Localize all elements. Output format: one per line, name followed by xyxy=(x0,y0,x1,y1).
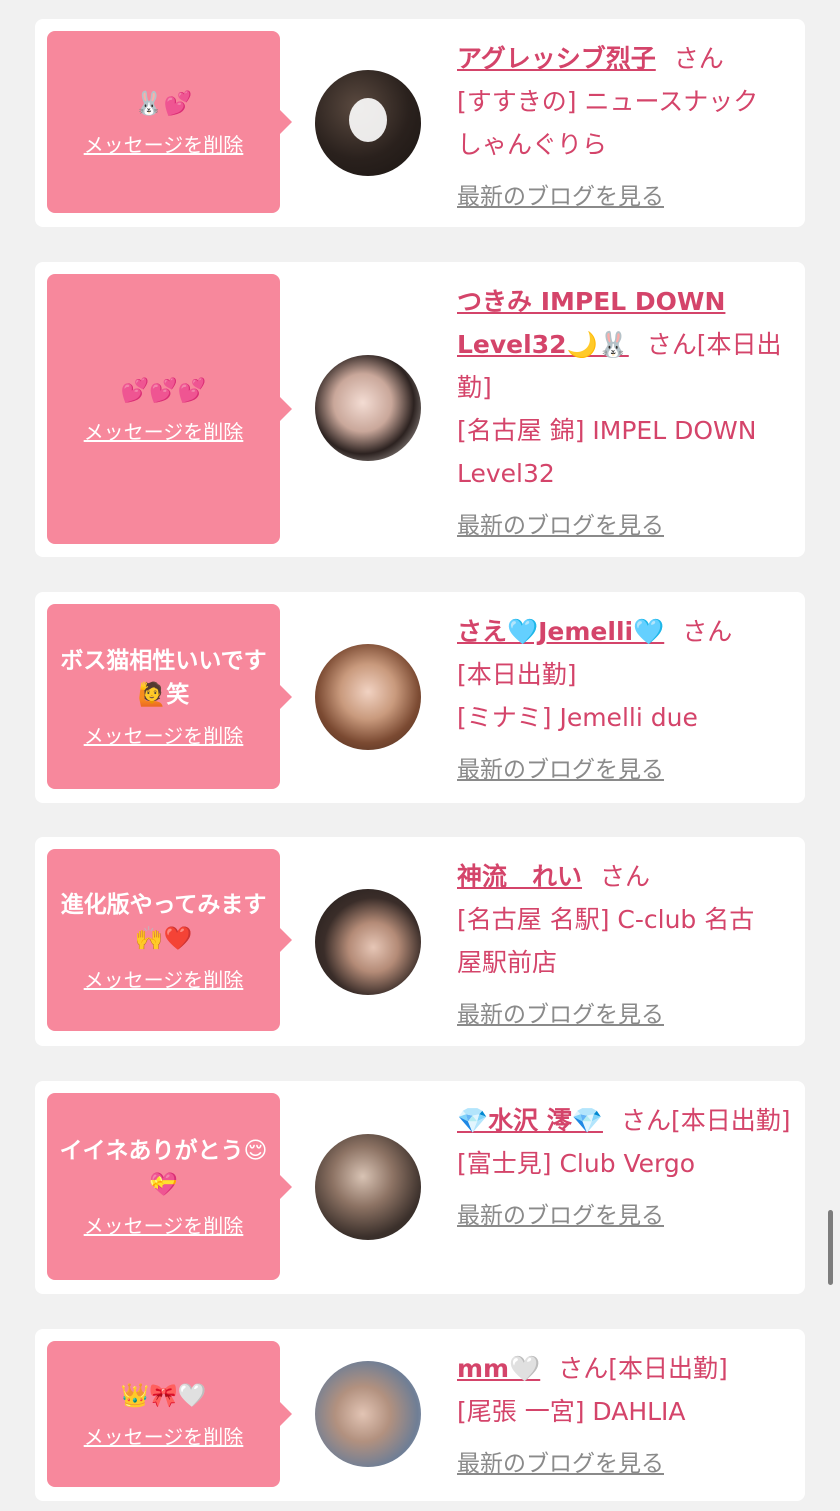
message-card: 👑🎀🤍 メッセージを削除 mm🤍 さん[本日出勤] [尾張 一宮] DAHLIA … xyxy=(35,1329,805,1501)
avatar[interactable] xyxy=(315,70,421,176)
avatar[interactable] xyxy=(315,1361,421,1467)
scrollbar-thumb[interactable] xyxy=(828,1210,833,1285)
message-card: 🐰💕 メッセージを削除 アグレッシブ烈子 さん [すすきの] ニュースナック しゃ… xyxy=(35,19,805,227)
honorific: さん xyxy=(646,330,697,359)
message-card: 💕💕💕 メッセージを削除 つきみ IMPEL DOWN Level32🌙🐰 さん[… xyxy=(35,262,805,557)
avatar[interactable] xyxy=(315,355,421,461)
message-card: イイネありがとう😌💝 メッセージを削除 💎水沢 澪💎 さん[本日出勤] [富士見]… xyxy=(35,1081,805,1294)
delete-message-link[interactable]: メッセージを削除 xyxy=(84,964,244,993)
face-blur-mask xyxy=(349,98,387,142)
message-text: 💕💕💕 xyxy=(120,377,207,404)
shop-name: [名古屋 名駅] C-club 名古屋駅前店 xyxy=(457,905,755,977)
profile-info: つきみ IMPEL DOWN Level32🌙🐰 さん[本日出勤] [名古屋 錦]… xyxy=(457,280,793,548)
message-bubble: 進化版やってみます🙌❤️ メッセージを削除 xyxy=(47,849,292,1031)
honorific: さん xyxy=(682,617,733,646)
message-bubble: 💕💕💕 メッセージを削除 xyxy=(47,274,292,544)
profile-info: アグレッシブ烈子 さん [すすきの] ニュースナック しゃんぐりら 最新のブログを… xyxy=(457,37,793,219)
latest-blog-link[interactable]: 最新のブログを見る xyxy=(457,749,664,792)
avatar[interactable] xyxy=(315,1134,421,1240)
shop-name: [本日出勤] [ミナミ] Jemelli due xyxy=(457,660,698,732)
message-text: イイネありがとう😌💝 xyxy=(59,1138,268,1198)
profile-name-link[interactable]: アグレッシブ烈子 xyxy=(457,44,656,73)
honorific: さん xyxy=(558,1354,609,1383)
profile-info: 神流 れい さん [名古屋 名駅] C-club 名古屋駅前店 最新のブログを見る xyxy=(457,855,793,1037)
profile-name-link[interactable]: 神流 れい xyxy=(457,862,582,891)
message-bubble: 🐰💕 メッセージを削除 xyxy=(47,31,292,213)
profile-name-link[interactable]: さえ🩵Jemelli🩵 xyxy=(457,617,664,646)
profile-info: 💎水沢 澪💎 さん[本日出勤] [富士見] Club Vergo 最新のブログを見… xyxy=(457,1099,793,1238)
message-card: 進化版やってみます🙌❤️ メッセージを削除 神流 れい さん [名古屋 名駅] C… xyxy=(35,837,805,1046)
latest-blog-link[interactable]: 最新のブログを見る xyxy=(457,1443,664,1486)
message-bubble: ボス猫相性いいです🙋笑 メッセージを削除 xyxy=(47,604,292,789)
latest-blog-link[interactable]: 最新のブログを見る xyxy=(457,505,664,548)
profile-info: mm🤍 さん[本日出勤] [尾張 一宮] DAHLIA 最新のブログを見る xyxy=(457,1347,793,1486)
profile-info: さえ🩵Jemelli🩵 さん [本日出勤] [ミナミ] Jemelli due 最… xyxy=(457,610,793,792)
shop-name: [富士見] Club Vergo xyxy=(457,1149,696,1178)
avatar[interactable] xyxy=(315,889,421,995)
honorific: さん xyxy=(673,44,724,73)
message-text: 🐰💕 xyxy=(134,90,193,117)
message-text: ボス猫相性いいです🙋笑 xyxy=(60,648,267,708)
delete-message-link[interactable]: メッセージを削除 xyxy=(84,129,244,158)
shop-name: [すすきの] ニュースナック しゃんぐりら xyxy=(457,87,759,159)
message-card: ボス猫相性いいです🙋笑 メッセージを削除 さえ🩵Jemelli🩵 さん [本日出勤… xyxy=(35,592,805,803)
status-text: [本日出勤] xyxy=(608,1354,728,1383)
avatar[interactable] xyxy=(315,644,421,750)
message-text: 👑🎀🤍 xyxy=(120,1382,207,1409)
latest-blog-link[interactable]: 最新のブログを見る xyxy=(457,994,664,1037)
latest-blog-link[interactable]: 最新のブログを見る xyxy=(457,1195,664,1238)
shop-name: [名古屋 錦] IMPEL DOWN Level32 xyxy=(457,416,757,488)
message-text: 進化版やってみます🙌❤️ xyxy=(60,891,267,952)
message-bubble: イイネありがとう😌💝 メッセージを削除 xyxy=(47,1093,292,1280)
delete-message-link[interactable]: メッセージを削除 xyxy=(84,1210,244,1239)
honorific: さん xyxy=(600,862,651,891)
delete-message-link[interactable]: メッセージを削除 xyxy=(84,1421,244,1450)
shop-name: [尾張 一宮] DAHLIA xyxy=(457,1397,686,1426)
latest-blog-link[interactable]: 最新のブログを見る xyxy=(457,176,664,219)
message-bubble: 👑🎀🤍 メッセージを削除 xyxy=(47,1341,292,1487)
delete-message-link[interactable]: メッセージを削除 xyxy=(84,720,244,749)
profile-name-link[interactable]: mm🤍 xyxy=(457,1354,540,1383)
delete-message-link[interactable]: メッセージを削除 xyxy=(84,416,244,445)
profile-name-link[interactable]: 💎水沢 澪💎 xyxy=(457,1106,603,1135)
status-text: [本日出勤] xyxy=(670,1106,791,1135)
honorific: さん xyxy=(620,1106,671,1135)
